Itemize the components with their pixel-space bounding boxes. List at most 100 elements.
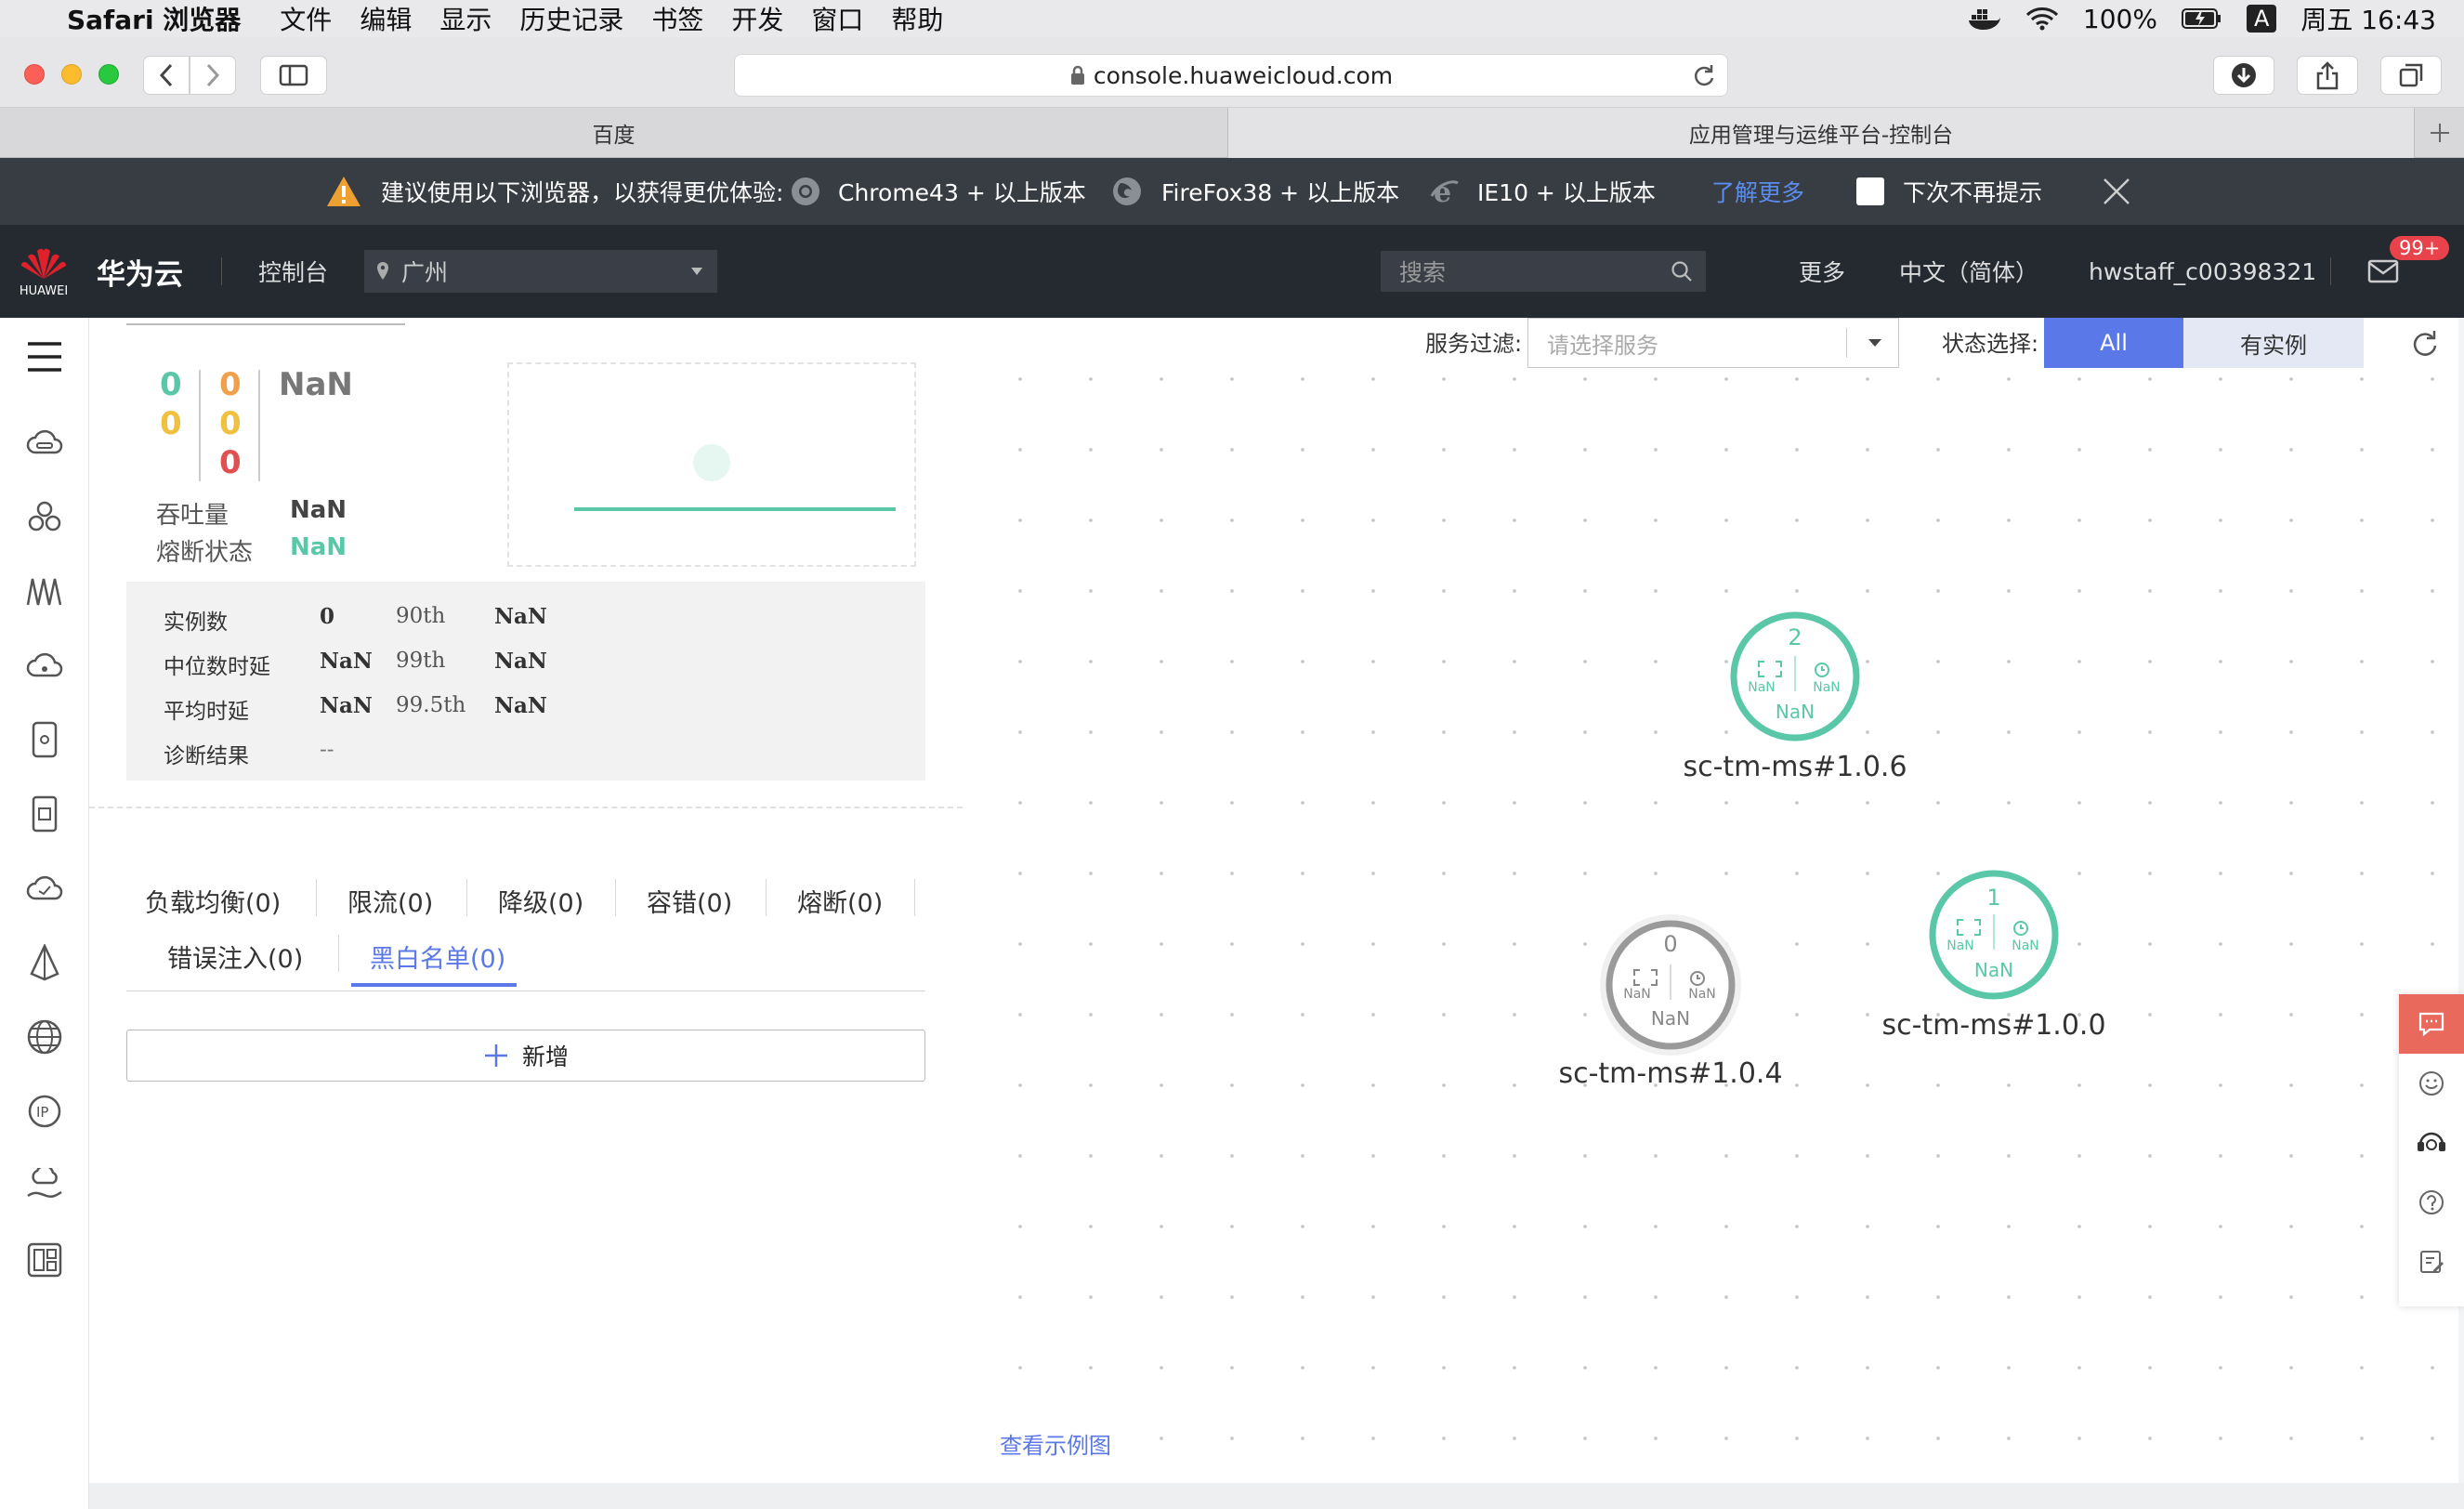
url-text: console.huaweicloud.com <box>1093 61 1394 89</box>
cloud-server-icon[interactable] <box>26 424 63 461</box>
instance-count: 2 <box>1788 624 1802 650</box>
notes-button[interactable] <box>2399 1232 2464 1292</box>
status-has-instance-button[interactable]: 有实例 <box>2183 318 2364 368</box>
floating-toolbar <box>2399 994 2464 1306</box>
close-warning-icon[interactable] <box>2102 158 2131 225</box>
menu-app-name[interactable]: Safari 浏览器 <box>67 0 241 37</box>
tab-overview-button[interactable] <box>2380 56 2442 95</box>
stat-value: NaN <box>320 649 373 674</box>
edit-note-icon <box>2420 1251 2444 1273</box>
percentile-value: NaN <box>494 693 547 718</box>
menu-icon[interactable] <box>26 338 63 375</box>
language-menu[interactable]: 中文（简体） <box>1899 225 2038 318</box>
dont-show-checkbox[interactable] <box>1856 158 1884 225</box>
percentile-value: NaN <box>494 649 547 674</box>
tab-console[interactable]: 应用管理与运维平台-控制台 <box>1228 108 2414 158</box>
service-filter-select[interactable]: 请选择服务 <box>1527 318 1899 368</box>
input-method-indicator[interactable]: A <box>2246 5 2277 33</box>
search-icon[interactable] <box>1671 260 1693 282</box>
smile-button[interactable] <box>2399 1054 2464 1113</box>
forward-button[interactable] <box>190 56 236 95</box>
device-icon[interactable] <box>26 721 63 758</box>
dashboard-icon[interactable] <box>26 1241 63 1279</box>
ie-icon: e <box>1429 158 1461 225</box>
node-label[interactable]: sc-tm-ms#1.0.6 <box>1683 751 1907 783</box>
back-button[interactable] <box>143 56 190 95</box>
slow-count: 0 <box>219 366 242 403</box>
menu-history[interactable]: 历史记录 <box>519 0 623 37</box>
sidebar-toggle-button[interactable] <box>260 56 327 95</box>
tab-blacklist-whitelist[interactable]: 黑白名单(0) <box>370 938 505 975</box>
feedback-chat-button[interactable] <box>2399 994 2464 1054</box>
ip-icon[interactable]: IP <box>26 1093 63 1130</box>
cloud-check-icon[interactable] <box>26 870 63 907</box>
menu-help[interactable]: 帮助 <box>891 0 943 37</box>
tab-degrade[interactable]: 降级(0) <box>498 883 583 919</box>
brand-name[interactable]: 华为云 <box>97 225 183 318</box>
menu-view[interactable]: 显示 <box>439 0 491 37</box>
menu-window[interactable]: 窗口 <box>811 0 863 37</box>
globe-icon[interactable] <box>26 1018 63 1056</box>
add-rule-label: 新增 <box>521 1043 569 1070</box>
sparkline-line <box>574 507 896 511</box>
document-icon[interactable] <box>26 795 63 833</box>
tab-circuit-breaker[interactable]: 熔断(0) <box>797 883 883 919</box>
menubar-clock[interactable]: 周五 16:43 <box>2300 0 2436 37</box>
view-example-link[interactable]: 查看示例图 <box>1000 1427 1111 1460</box>
degraded-count: 0 <box>219 405 242 442</box>
node-bottom-metric: NaN <box>1775 701 1815 723</box>
menu-develop[interactable]: 开发 <box>731 0 783 37</box>
window-zoom-button[interactable] <box>98 64 119 85</box>
add-rule-button[interactable]: 新增 <box>126 1030 925 1082</box>
hand-cloud-icon[interactable] <box>26 1167 63 1204</box>
browser-tabs: 百度 应用管理与运维平台-控制台 <box>0 108 2464 158</box>
throughput-sparkline <box>507 362 916 567</box>
new-tab-button[interactable] <box>2414 108 2464 158</box>
menu-bookmarks[interactable]: 书签 <box>651 0 703 37</box>
docker-icon[interactable] <box>1968 6 2001 32</box>
reload-icon[interactable] <box>1692 63 1716 87</box>
tab-fault-tolerance[interactable]: 容错(0) <box>647 883 732 919</box>
throughput-value: NaN <box>290 496 347 524</box>
address-bar[interactable]: console.huaweicloud.com <box>734 54 1728 97</box>
node-label[interactable]: sc-tm-ms#1.0.0 <box>1881 1009 2105 1042</box>
tab-load-balance[interactable]: 负载均衡(0) <box>145 883 281 919</box>
downloads-button[interactable] <box>2213 56 2274 95</box>
help-button[interactable] <box>2399 1173 2464 1232</box>
stats-table: 实例数 0 90th NaN 中位数时延 NaN 99th NaN 平均时延 N… <box>126 582 925 781</box>
node-right-metric: NaN <box>1688 987 1716 1002</box>
region-select[interactable]: 广州 <box>364 225 717 318</box>
menu-file[interactable]: 文件 <box>280 0 332 37</box>
service-filter-label: 服务过滤: <box>1425 331 1523 357</box>
status-all-button[interactable]: All <box>2044 318 2183 368</box>
console-link[interactable]: 控制台 <box>258 225 328 318</box>
console-header: HUAWEI 华为云 控制台 广州 搜索 更多 中文（简体） hwstaff_c… <box>0 225 2464 318</box>
monitor-wave-icon[interactable] <box>26 572 63 610</box>
message-badge: 99+ <box>2390 236 2450 260</box>
tab-baidu[interactable]: 百度 <box>0 108 1228 158</box>
dont-show-label[interactable]: 下次不再提示 <box>1903 158 2042 225</box>
stat-label: 平均时延 <box>164 700 249 724</box>
tab-fault-injection[interactable]: 错误注入(0) <box>167 938 303 975</box>
refresh-icon[interactable] <box>2410 329 2438 357</box>
search-box[interactable]: 搜索 <box>1381 225 1706 318</box>
wifi-icon[interactable] <box>2025 6 2059 32</box>
huawei-logo[interactable]: HUAWEI <box>19 225 69 318</box>
mac-menubar: Safari 浏览器 文件 编辑 显示 历史记录 书签 开发 窗口 帮助 100… <box>0 0 2464 37</box>
cloud-storage-icon[interactable] <box>26 647 63 684</box>
window-close-button[interactable] <box>24 64 45 85</box>
support-button[interactable] <box>2399 1113 2464 1173</box>
window-minimize-button[interactable] <box>61 64 82 85</box>
cluster-icon[interactable] <box>26 498 63 535</box>
menu-edit[interactable]: 编辑 <box>360 0 412 37</box>
prism-icon[interactable] <box>26 944 63 981</box>
battery-icon[interactable] <box>2181 7 2222 30</box>
share-button[interactable] <box>2297 56 2358 95</box>
huawei-logo-icon <box>21 248 66 279</box>
tab-rate-limit[interactable]: 限流(0) <box>347 883 433 919</box>
learn-more-link[interactable]: 了解更多 <box>1711 158 1804 225</box>
stat-label: 中位数时延 <box>164 655 270 679</box>
user-menu[interactable]: hwstaff_c00398321 <box>2089 225 2316 318</box>
more-menu[interactable]: 更多 <box>1799 225 1845 318</box>
node-label[interactable]: sc-tm-ms#1.0.4 <box>1558 1057 1782 1090</box>
